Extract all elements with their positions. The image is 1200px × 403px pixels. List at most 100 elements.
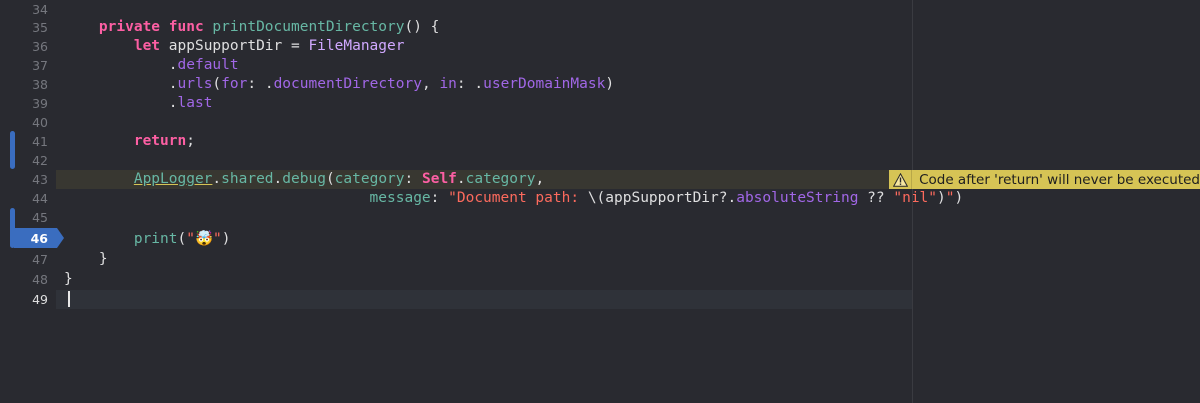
- code-token: documentDirectory: [273, 76, 422, 92]
- code-token: print: [133, 231, 178, 247]
- line-number[interactable]: 44: [0, 189, 48, 208]
- code-token: debug: [282, 171, 326, 187]
- code-token: .: [273, 171, 283, 187]
- code-line[interactable]: 42: [0, 151, 1200, 170]
- line-number[interactable]: 34: [0, 0, 48, 19]
- line-number[interactable]: 46: [0, 229, 48, 249]
- code-token: in: [439, 76, 457, 92]
- code-token: .: [64, 57, 178, 73]
- code-token: AppLogger: [133, 171, 213, 187]
- code-token: ,: [421, 76, 440, 92]
- line-number[interactable]: 40: [0, 113, 48, 132]
- line-number[interactable]: 36: [0, 37, 48, 56]
- code-token: message: [369, 190, 431, 206]
- line-number[interactable]: 41: [0, 132, 48, 151]
- line-number[interactable]: 47: [0, 250, 48, 269]
- code-text[interactable]: }: [64, 270, 73, 289]
- code-token: ): [954, 190, 964, 206]
- code-token: userDomainMask: [483, 76, 606, 92]
- code-text[interactable]: .last: [64, 94, 213, 113]
- text-cursor: [68, 291, 70, 307]
- line-number[interactable]: 49: [0, 290, 48, 309]
- code-token: (: [177, 231, 187, 247]
- code-token: private: [98, 19, 161, 35]
- code-token: .: [64, 76, 178, 92]
- code-token: ): [605, 76, 615, 92]
- editor-divider: [912, 0, 913, 403]
- code-token: category: [334, 171, 405, 187]
- code-token: default: [177, 57, 239, 73]
- code-token: }: [64, 271, 73, 287]
- code-text[interactable]: private func printDocumentDirectory() {: [64, 18, 439, 37]
- line-number[interactable]: 48: [0, 270, 48, 289]
- code-text[interactable]: AppLogger.shared.debug(category: Self.ca…: [64, 170, 544, 189]
- warning-triangle-icon: [889, 170, 913, 189]
- code-token: shared: [221, 171, 274, 187]
- line-number[interactable]: 38: [0, 75, 48, 94]
- code-line[interactable]: 39 .last: [0, 94, 1200, 113]
- code-token: ): [221, 231, 231, 247]
- code-token: ): [937, 190, 946, 206]
- code-line[interactable]: 49: [0, 290, 1200, 309]
- code-text[interactable]: message: "Document path: \(appSupportDir…: [64, 189, 964, 208]
- code-token: () {: [404, 19, 440, 35]
- code-token: ;: [186, 133, 195, 149]
- code-text[interactable]: return;: [64, 132, 195, 151]
- code-token: : .: [247, 76, 274, 92]
- code-token: "nil": [893, 190, 938, 206]
- code-line[interactable]: 40: [0, 113, 1200, 132]
- code-token: ,: [535, 171, 545, 187]
- line-number[interactable]: 39: [0, 94, 48, 113]
- code-token: : .: [456, 76, 484, 92]
- code-token: absoluteString: [736, 190, 859, 206]
- code-line[interactable]: 35 private func printDocumentDirectory()…: [0, 18, 1200, 37]
- code-text[interactable]: .default: [64, 56, 239, 75]
- line-number[interactable]: 42: [0, 151, 48, 170]
- code-token: appSupportDir =: [160, 38, 309, 54]
- code-token: (: [212, 76, 222, 92]
- code-token: :: [404, 171, 422, 187]
- line-number[interactable]: 43: [0, 170, 48, 189]
- code-token: ??: [858, 190, 894, 206]
- line-number[interactable]: 45: [0, 208, 48, 227]
- warning-badge[interactable]: Code after 'return' will never be execut…: [889, 170, 1200, 189]
- warning-message: Code after 'return' will never be execut…: [919, 171, 1200, 188]
- code-text[interactable]: .urls(for: .documentDirectory, in: .user…: [64, 75, 614, 94]
- code-token: last: [177, 95, 213, 111]
- code-token: Self: [421, 171, 457, 187]
- code-token: printDocumentDirectory: [212, 19, 405, 35]
- code-token: (: [325, 171, 335, 187]
- code-token: .: [456, 171, 466, 187]
- line-number[interactable]: 37: [0, 56, 48, 75]
- code-line[interactable]: 37 .default: [0, 56, 1200, 75]
- code-token: }: [64, 251, 108, 267]
- code-token: urls: [177, 76, 213, 92]
- code-line[interactable]: 47 }: [0, 250, 1200, 269]
- code-token: "🤯": [186, 231, 222, 247]
- code-token: for: [221, 76, 248, 92]
- code-line[interactable]: 38 .urls(for: .documentDirectory, in: .u…: [0, 75, 1200, 94]
- code-editor[interactable]: 34 35 private func printDocumentDirectory…: [0, 0, 1200, 403]
- code-token: "Document path:: [448, 190, 588, 206]
- code-line[interactable]: 36 let appSupportDir = FileManager: [0, 37, 1200, 56]
- code-line[interactable]: 48}: [0, 270, 1200, 289]
- code-text[interactable]: print("🤯"): [64, 230, 231, 249]
- code-text[interactable]: }: [64, 250, 108, 269]
- code-line[interactable]: 34: [0, 0, 1200, 19]
- code-token: return: [133, 133, 187, 149]
- code-line[interactable]: 45: [0, 208, 1200, 227]
- code-token: let: [133, 38, 161, 54]
- code-token: \(appSupportDir?.: [587, 190, 737, 206]
- code-line[interactable]: 41 return;: [0, 132, 1200, 151]
- line-number[interactable]: 35: [0, 18, 48, 37]
- code-text[interactable]: let appSupportDir = FileManager: [64, 37, 405, 56]
- code-token: FileManager: [308, 38, 405, 54]
- code-line[interactable]: 44 message: "Document path: \(appSupport…: [0, 189, 1200, 208]
- code-line[interactable]: 46 print("🤯"): [0, 230, 1200, 249]
